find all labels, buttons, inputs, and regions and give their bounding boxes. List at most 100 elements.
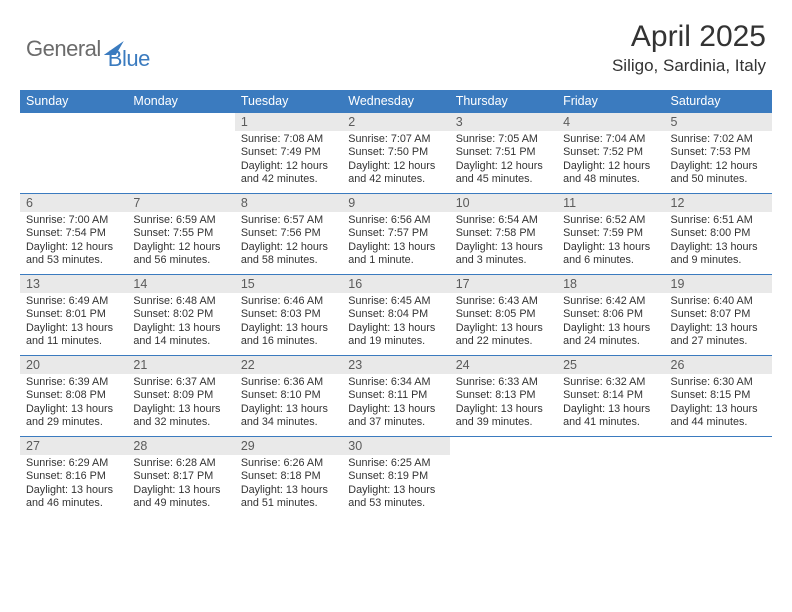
calendar-table: SundayMondayTuesdayWednesdayThursdayFrid…	[20, 90, 772, 517]
day-cell: 1Sunrise: 7:08 AMSunset: 7:49 PMDaylight…	[235, 113, 342, 194]
sunset-text: Sunset: 7:53 PM	[671, 146, 766, 159]
day-content: Sunrise: 7:05 AMSunset: 7:51 PMDaylight:…	[450, 131, 557, 193]
day-cell	[557, 436, 664, 516]
day-number: 13	[20, 275, 127, 293]
daylight-text-2: and 58 minutes.	[241, 254, 336, 267]
sunset-text: Sunset: 7:59 PM	[563, 227, 658, 240]
sunset-text: Sunset: 7:52 PM	[563, 146, 658, 159]
day-content: Sunrise: 6:51 AMSunset: 8:00 PMDaylight:…	[665, 212, 772, 274]
day-content: Sunrise: 6:48 AMSunset: 8:02 PMDaylight:…	[127, 293, 234, 355]
day-content: Sunrise: 6:54 AMSunset: 7:58 PMDaylight:…	[450, 212, 557, 274]
sunrise-text: Sunrise: 7:07 AM	[348, 133, 443, 146]
day-content: Sunrise: 6:56 AMSunset: 7:57 PMDaylight:…	[342, 212, 449, 274]
day-cell: 29Sunrise: 6:26 AMSunset: 8:18 PMDayligh…	[235, 436, 342, 516]
sunrise-text: Sunrise: 6:37 AM	[133, 376, 228, 389]
day-number: 23	[342, 356, 449, 374]
daylight-text-2: and 24 minutes.	[563, 335, 658, 348]
daylight-text-1: Daylight: 12 hours	[133, 241, 228, 254]
sunset-text: Sunset: 8:15 PM	[671, 389, 766, 402]
daylight-text-2: and 51 minutes.	[241, 497, 336, 510]
daylight-text-2: and 19 minutes.	[348, 335, 443, 348]
day-header-row: SundayMondayTuesdayWednesdayThursdayFrid…	[20, 90, 772, 113]
sunrise-text: Sunrise: 6:43 AM	[456, 295, 551, 308]
daylight-text-1: Daylight: 13 hours	[671, 322, 766, 335]
sunrise-text: Sunrise: 6:48 AM	[133, 295, 228, 308]
sunrise-text: Sunrise: 6:33 AM	[456, 376, 551, 389]
daylight-text-2: and 44 minutes.	[671, 416, 766, 429]
sunset-text: Sunset: 7:57 PM	[348, 227, 443, 240]
day-cell: 28Sunrise: 6:28 AMSunset: 8:17 PMDayligh…	[127, 436, 234, 516]
logo-text-part1: General	[26, 36, 101, 62]
daylight-text-1: Daylight: 13 hours	[671, 403, 766, 416]
day-cell: 4Sunrise: 7:04 AMSunset: 7:52 PMDaylight…	[557, 113, 664, 194]
day-content: Sunrise: 6:40 AMSunset: 8:07 PMDaylight:…	[665, 293, 772, 355]
day-content: Sunrise: 6:49 AMSunset: 8:01 PMDaylight:…	[20, 293, 127, 355]
daylight-text-2: and 50 minutes.	[671, 173, 766, 186]
daylight-text-1: Daylight: 13 hours	[348, 484, 443, 497]
daylight-text-2: and 9 minutes.	[671, 254, 766, 267]
sunset-text: Sunset: 8:04 PM	[348, 308, 443, 321]
sunset-text: Sunset: 8:01 PM	[26, 308, 121, 321]
daylight-text-2: and 16 minutes.	[241, 335, 336, 348]
day-cell: 6Sunrise: 7:00 AMSunset: 7:54 PMDaylight…	[20, 193, 127, 274]
day-content: Sunrise: 6:33 AMSunset: 8:13 PMDaylight:…	[450, 374, 557, 436]
day-cell: 12Sunrise: 6:51 AMSunset: 8:00 PMDayligh…	[665, 193, 772, 274]
sunset-text: Sunset: 8:09 PM	[133, 389, 228, 402]
day-cell: 11Sunrise: 6:52 AMSunset: 7:59 PMDayligh…	[557, 193, 664, 274]
day-content: Sunrise: 7:04 AMSunset: 7:52 PMDaylight:…	[557, 131, 664, 193]
daylight-text-1: Daylight: 13 hours	[26, 403, 121, 416]
sunrise-text: Sunrise: 7:02 AM	[671, 133, 766, 146]
day-number: 15	[235, 275, 342, 293]
day-header-monday: Monday	[127, 90, 234, 113]
sunrise-text: Sunrise: 7:08 AM	[241, 133, 336, 146]
sunrise-text: Sunrise: 6:54 AM	[456, 214, 551, 227]
day-cell: 9Sunrise: 6:56 AMSunset: 7:57 PMDaylight…	[342, 193, 449, 274]
day-cell: 2Sunrise: 7:07 AMSunset: 7:50 PMDaylight…	[342, 113, 449, 194]
day-cell: 27Sunrise: 6:29 AMSunset: 8:16 PMDayligh…	[20, 436, 127, 516]
day-number: 22	[235, 356, 342, 374]
day-number: 1	[235, 113, 342, 131]
day-cell: 17Sunrise: 6:43 AMSunset: 8:05 PMDayligh…	[450, 274, 557, 355]
daylight-text-1: Daylight: 13 hours	[133, 484, 228, 497]
day-content: Sunrise: 6:39 AMSunset: 8:08 PMDaylight:…	[20, 374, 127, 436]
sunset-text: Sunset: 7:56 PM	[241, 227, 336, 240]
day-number: 17	[450, 275, 557, 293]
daylight-text-1: Daylight: 13 hours	[348, 403, 443, 416]
sunrise-text: Sunrise: 6:29 AM	[26, 457, 121, 470]
day-number: 24	[450, 356, 557, 374]
daylight-text-1: Daylight: 13 hours	[563, 241, 658, 254]
daylight-text-2: and 42 minutes.	[241, 173, 336, 186]
daylight-text-2: and 6 minutes.	[563, 254, 658, 267]
daylight-text-2: and 14 minutes.	[133, 335, 228, 348]
day-cell	[127, 113, 234, 194]
sunrise-text: Sunrise: 6:36 AM	[241, 376, 336, 389]
day-number: 18	[557, 275, 664, 293]
sunrise-text: Sunrise: 6:26 AM	[241, 457, 336, 470]
day-content: Sunrise: 7:08 AMSunset: 7:49 PMDaylight:…	[235, 131, 342, 193]
day-number: 10	[450, 194, 557, 212]
day-number: 20	[20, 356, 127, 374]
sunrise-text: Sunrise: 6:49 AM	[26, 295, 121, 308]
sunrise-text: Sunrise: 6:42 AM	[563, 295, 658, 308]
sunset-text: Sunset: 8:10 PM	[241, 389, 336, 402]
daylight-text-1: Daylight: 13 hours	[563, 403, 658, 416]
daylight-text-1: Daylight: 13 hours	[26, 322, 121, 335]
sunset-text: Sunset: 7:55 PM	[133, 227, 228, 240]
daylight-text-2: and 48 minutes.	[563, 173, 658, 186]
day-content: Sunrise: 7:07 AMSunset: 7:50 PMDaylight:…	[342, 131, 449, 193]
day-number: 27	[20, 437, 127, 455]
day-cell: 8Sunrise: 6:57 AMSunset: 7:56 PMDaylight…	[235, 193, 342, 274]
daylight-text-1: Daylight: 13 hours	[348, 241, 443, 254]
sunset-text: Sunset: 8:18 PM	[241, 470, 336, 483]
day-cell: 15Sunrise: 6:46 AMSunset: 8:03 PMDayligh…	[235, 274, 342, 355]
day-content: Sunrise: 6:34 AMSunset: 8:11 PMDaylight:…	[342, 374, 449, 436]
sunrise-text: Sunrise: 6:39 AM	[26, 376, 121, 389]
daylight-text-2: and 22 minutes.	[456, 335, 551, 348]
sunrise-text: Sunrise: 6:51 AM	[671, 214, 766, 227]
day-cell	[450, 436, 557, 516]
daylight-text-1: Daylight: 13 hours	[456, 322, 551, 335]
day-content: Sunrise: 6:30 AMSunset: 8:15 PMDaylight:…	[665, 374, 772, 436]
daylight-text-2: and 41 minutes.	[563, 416, 658, 429]
daylight-text-1: Daylight: 13 hours	[241, 322, 336, 335]
day-number: 2	[342, 113, 449, 131]
